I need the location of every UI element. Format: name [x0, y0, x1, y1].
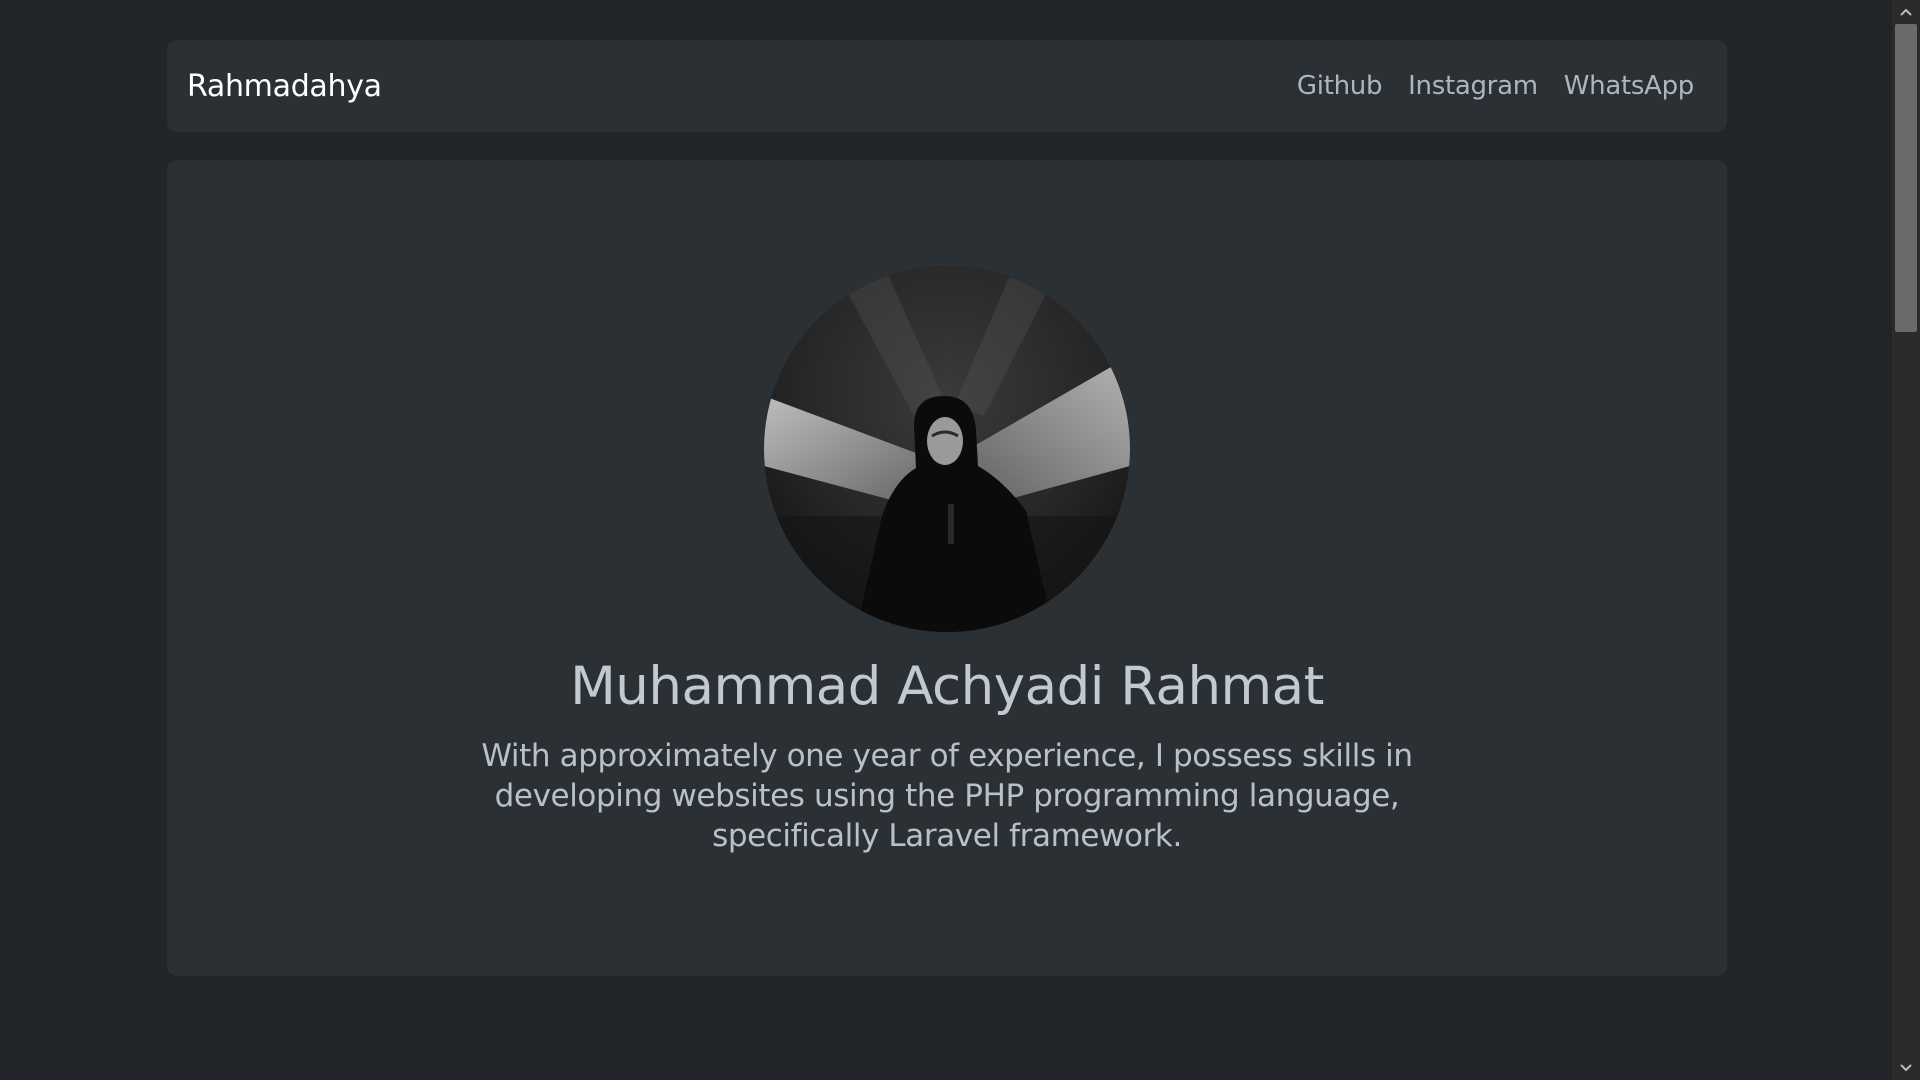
scroll-up-icon[interactable]	[1892, 0, 1920, 24]
brand-link[interactable]: Rahmadahya	[187, 69, 382, 104]
navbar: Rahmadahya Github Instagram WhatsApp	[167, 40, 1727, 132]
hero-card: Muhammad Achyadi Rahmat With approximate…	[167, 160, 1727, 976]
nav-link-github[interactable]: Github	[1297, 71, 1383, 101]
nav-link-instagram[interactable]: Instagram	[1408, 71, 1538, 101]
scroll-thumb[interactable]	[1895, 24, 1917, 332]
scroll-down-icon[interactable]	[1892, 1056, 1920, 1080]
nav-links: Github Instagram WhatsApp	[1271, 71, 1694, 101]
nav-link-whatsapp[interactable]: WhatsApp	[1564, 71, 1695, 101]
page: Rahmadahya Github Instagram WhatsApp Muh…	[0, 0, 1920, 1080]
vertical-scrollbar[interactable]	[1892, 0, 1920, 1080]
profile-name: Muhammad Achyadi Rahmat	[570, 656, 1324, 717]
profile-bio: With approximately one year of experienc…	[481, 738, 1413, 854]
profile-photo	[764, 266, 1130, 632]
profile-photo-icon	[764, 266, 1130, 632]
